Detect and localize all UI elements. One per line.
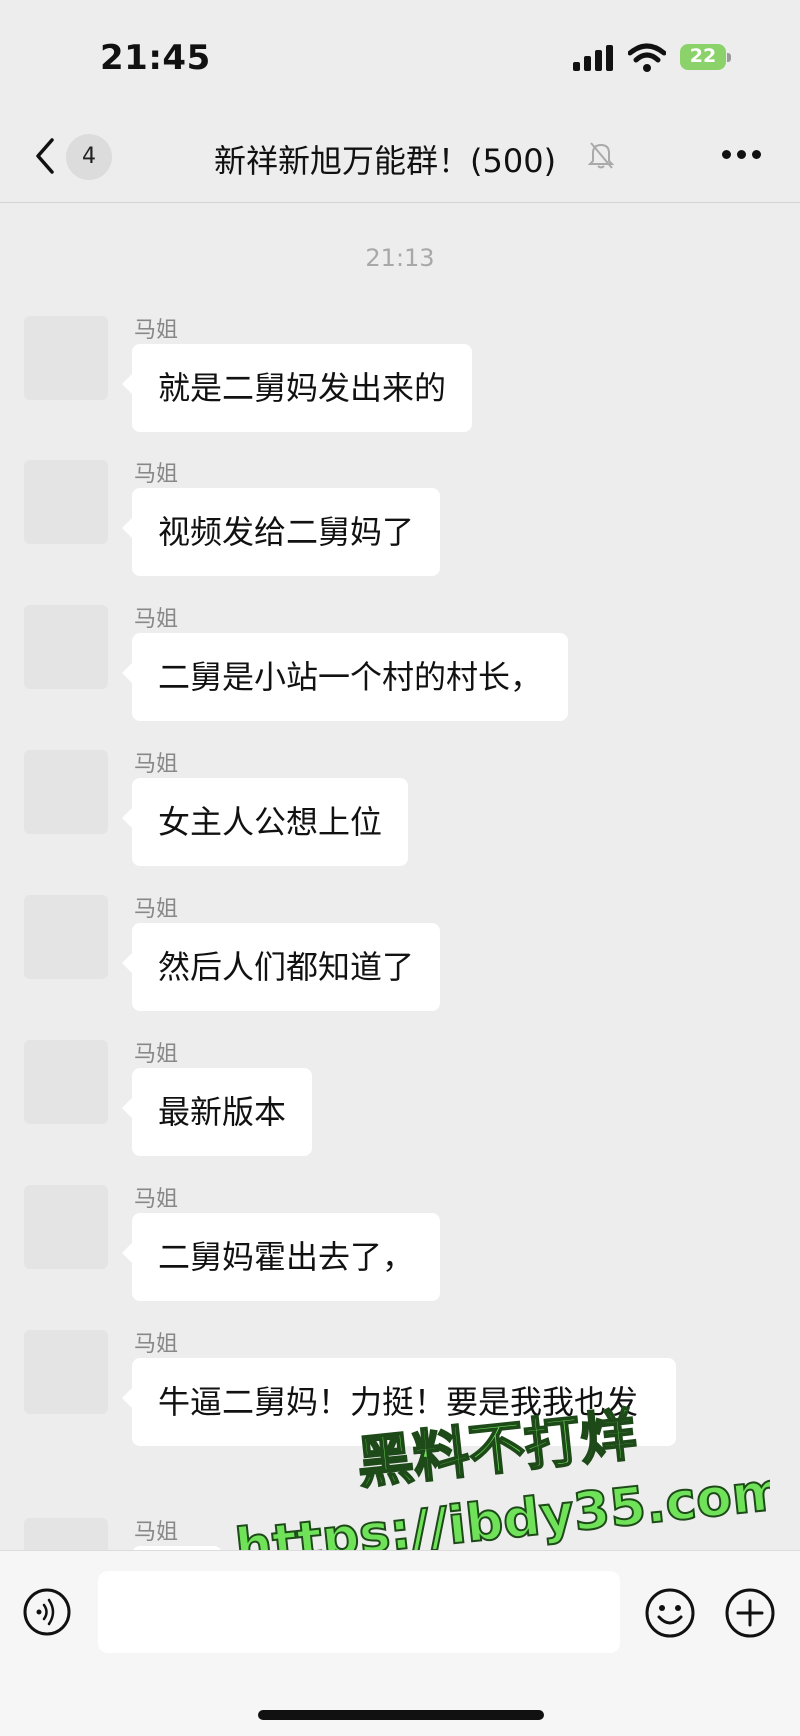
message-bubble[interactable]: 女主人公想上位 [121, 778, 409, 866]
sender-avatar[interactable] [24, 316, 108, 400]
back-chevron-icon[interactable] [30, 134, 60, 178]
wifi-icon [628, 43, 666, 72]
message-timestamp: 21:13 [365, 244, 435, 272]
home-indicator [258, 1710, 544, 1720]
message-bubble[interactable]: 二舅妈霍出去了， [121, 1213, 441, 1301]
message-bubble[interactable]: 二舅是小站一个村的村长， [121, 633, 569, 721]
message-bubble[interactable]: 视频发给二舅妈了 [121, 488, 441, 576]
sender-name: 马姐 [134, 897, 179, 922]
plus-icon[interactable] [724, 1587, 776, 1639]
sender-avatar[interactable] [24, 460, 108, 544]
more-options-icon[interactable] [722, 150, 762, 164]
chat-header: 4 新祥新旭万能群！(500) [0, 110, 800, 203]
watermark-line-2: https://ibdy35.com [233, 1461, 770, 1560]
sender-name: 马姐 [134, 318, 179, 343]
message-bubble[interactable]: 然后人们都知道了 [121, 923, 441, 1011]
message-bubble[interactable]: 牛逼二舅妈！力挺！要是我我也发 [122, 1358, 676, 1446]
sender-name: 马姐 [134, 1187, 179, 1212]
battery-percent: 22 [689, 45, 717, 67]
sender-name: 马姐 [134, 462, 179, 487]
battery-icon: 22 [680, 44, 732, 72]
status-bar: 21:45 22 [0, 0, 800, 110]
status-time: 21:45 [100, 38, 211, 78]
message-input[interactable] [98, 1571, 620, 1653]
cellular-signal-icon [573, 45, 613, 71]
sender-avatar[interactable] [24, 1185, 108, 1269]
sender-avatar[interactable] [24, 1040, 108, 1124]
message-bubble[interactable]: 就是二舅妈发出来的 [121, 344, 473, 432]
emoji-icon[interactable] [644, 1587, 696, 1639]
message-input-bar [0, 1550, 800, 1736]
sender-avatar[interactable] [24, 750, 108, 834]
message-bubble[interactable]: 最新版本 [121, 1068, 313, 1156]
unread-count-badge[interactable]: 4 [66, 134, 112, 180]
sender-avatar[interactable] [24, 895, 108, 979]
voice-input-icon[interactable] [22, 1587, 72, 1637]
sender-name: 马姐 [134, 1042, 179, 1067]
sender-name: 马姐 [134, 607, 179, 632]
chat-title: 新祥新旭万能群！(500) [214, 142, 557, 180]
sender-avatar[interactable] [24, 1330, 108, 1414]
sender-name: 马姐 [134, 1520, 179, 1545]
sender-avatar[interactable] [24, 605, 108, 689]
muted-bell-icon [588, 142, 614, 169]
sender-name: 马姐 [134, 1332, 179, 1357]
sender-name: 马姐 [134, 752, 179, 777]
